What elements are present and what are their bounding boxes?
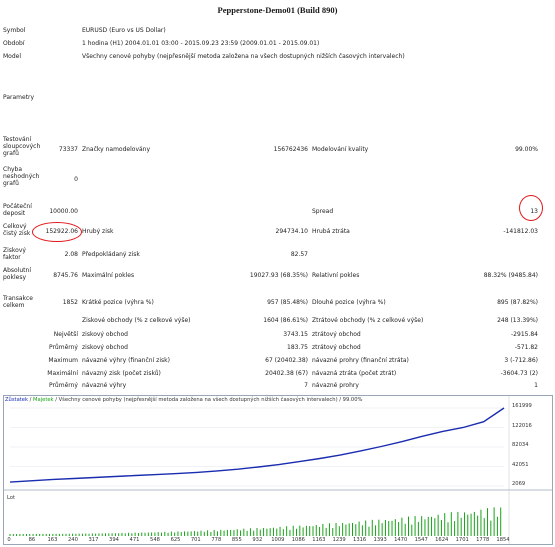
average-loss-value: -571.82 [514,344,538,351]
legend-rest: / Všechny cenové pohyby (nejpřesnější me… [53,397,363,403]
bars-value: 73337 [58,146,78,153]
largest-win-value: 3743.15 [283,331,308,338]
balance-chart-svg: Lot [4,396,552,544]
parameters-label: Parametry [3,94,35,101]
gross-loss-label: Hrubá ztráta [312,228,350,235]
maximal-consecutive-loss-value: -3604.73 (2) [500,370,538,377]
expected-payoff-label: Předpokládaný zisk [82,251,140,258]
long-positions-value: 895 (87.82%) [497,299,538,306]
loss-trades-label: Ztrátové obchody (% z celkové výše) [312,317,424,324]
average-consecutive-wins-label: návazné výhry [82,382,127,389]
mismatch-value: 0 [74,176,78,183]
total-trades-value: 1852 [62,299,78,306]
ticks-label: Značky namodelovány [82,146,151,153]
deposit-value: 10000.00 [49,208,78,215]
gross-profit-value: 294734.10 [275,228,308,235]
y-tick-label: 161999 [512,403,532,409]
spread-highlight-circle [519,195,543,221]
average-consecutive-losses-label: návazné prohry [312,382,359,389]
average-consecutive-wins-value: 7 [304,382,308,389]
maximal-label: Maximální [47,370,78,377]
x-tick-label: 0 [7,537,11,543]
max-consecutive-wins-value: 67 (20402.38) [265,357,308,364]
maximal-consecutive-profit-label: návazný zisk (počet zisků) [82,370,161,377]
loss-trades-value: 248 (13.39%) [497,317,538,324]
average-win-value: 183.75 [287,344,308,351]
max-consecutive-wins-label: návazné výhry (finanční zisk) [82,357,170,364]
chart-legend: Zůstatek / Majetek / Všechny cenové pohy… [5,397,363,404]
largest-label: Největší [53,331,78,338]
bars-label: Testování sloupcových grafů [3,136,41,157]
largest-loss-label: ztrátový obchod [312,331,361,338]
quality-label: Modelování kvality [312,146,369,153]
profit-factor-value: 2.08 [64,251,78,258]
maximum-label: Maximum [48,357,78,364]
max-consecutive-losses-label: návazné prohry (finanční ztráta) [312,357,409,364]
period-value: 1 hodina (H1) 2004.01.01 03:00 - 2015.09… [82,40,320,47]
total-trades-label: Transakce celkem [3,295,33,309]
model-value: Všechny cenové pohyby (nejpřesnější meto… [82,53,405,60]
average-win-label: ziskový obchod [82,344,128,351]
y-tick-label: 42051 [512,461,529,468]
long-positions-label: Dlouhé pozice (výhra %) [312,299,386,306]
maximal-drawdown-value: 19027.93 (68.35%) [249,272,308,279]
profit-trades-label: Ziskové obchody (% z celkové výše) [82,317,191,324]
legend-equity: Majetek [33,397,54,403]
expected-payoff-value: 82.57 [290,251,308,258]
profit-trades-value: 1604 (86.61%) [263,317,308,324]
y-tick-label: 2069 [512,481,526,487]
largest-loss-value: -2915.84 [511,331,538,338]
largest-win-label: ziskový obchod [82,331,128,338]
x-tick-label: 1854 [496,537,510,543]
y-tick-label: 122016 [512,422,532,429]
balance-chart: Lot [3,395,553,545]
maximal-consecutive-loss-label: návazná ztráta (počet ztrát) [312,370,397,377]
average-consecutive-losses-value: 1 [534,382,538,389]
quality-value: 99.00% [515,146,538,153]
profit-factor-label: Ziskový faktor [3,247,26,261]
spread-label: Spread [312,208,334,215]
maximal-drawdown-label: Maximální pokles [82,272,135,279]
average-consecutive-label: Průměrný [48,382,78,389]
period-label: Období [3,40,25,47]
symbol-label: Symbol [3,27,26,34]
average-loss-label: ztrátový obchod [312,344,361,351]
relative-drawdown-label: Relativní pokles [312,272,360,279]
ticks-value: 156762436 [273,146,308,153]
report-title: Pepperstone-Demo01 (Build 890) [217,5,338,15]
legend-balance: Zůstatek [5,397,28,403]
absolute-drawdown-value: 8745.76 [53,272,78,279]
gross-profit-label: Hrubý zisk [82,228,114,235]
net-profit-highlight-circle [32,222,82,242]
mismatch-label: Chyba neshodných grafů [3,166,40,187]
lot-label: Lot [7,495,15,501]
max-consecutive-losses-value: 3 (-712.86) [504,357,538,364]
average-label: Průměrný [48,344,78,351]
short-positions-value: 957 (85.48%) [267,299,308,306]
relative-drawdown-value: 88.32% (9485.84) [483,272,538,279]
short-positions-label: Krátké pozice (výhra %) [82,299,154,306]
gross-loss-value: -141812.03 [503,228,538,235]
balance-line [9,407,505,483]
model-label: Model [3,53,22,60]
y-tick-label: 82034 [512,442,529,448]
symbol-value: EURUSD (Euro vs US Dollar) [82,27,166,34]
maximal-consecutive-profit-value: 20402.38 (67) [265,370,308,377]
